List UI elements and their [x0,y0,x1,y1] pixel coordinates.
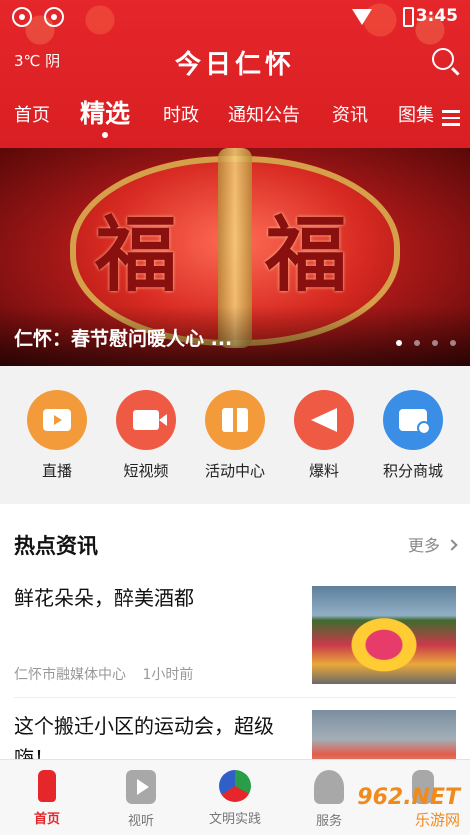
tab-gallery[interactable]: 图集 [398,96,434,140]
tab-featured[interactable]: 精选 [80,94,130,138]
home-bottle-icon [38,770,56,802]
news-time: 1小时前 [142,667,194,683]
news-item[interactable]: 鲜花朵朵，醉美酒都 仁怀市融媒体中心 1小时前 [14,582,456,692]
watermark-text: 962.NET [357,785,460,810]
tab-home[interactable]: 首页 [14,96,50,140]
gift-icon [205,390,265,450]
shortcut-short-video[interactable]: 短视频 [102,390,190,481]
bottom-tab-label: 首页 [33,812,60,827]
shortcut-label: 短视频 [123,462,169,480]
bottom-tab-media[interactable]: 视听 [94,770,188,829]
notification-icon [12,7,32,27]
lantern-character-left: 福 [95,207,178,303]
bottom-tab-label: 文明实践 [208,812,261,827]
tab-notices[interactable]: 通知公告 [228,96,300,140]
notification-icon [44,7,64,27]
shortcut-activity-center[interactable]: 活动中心 [191,390,279,481]
shop-icon [383,390,443,450]
shortcut-points-mall[interactable]: 积分商城 [369,390,457,481]
app-header: 3:45 3℃ 阴 今日仁怀 首页 精选 时政 通知公告 资讯 图集 [0,0,470,148]
tv-icon [27,390,87,450]
watermark-logo: 962.NET 乐游网 [338,785,466,829]
section-title: 热点资讯 [14,534,98,558]
more-link[interactable]: 更多 [407,532,458,556]
divider [14,697,456,698]
battery-icon [403,7,414,27]
news-thumbnail [312,586,456,684]
shortcut-label: 直播 [41,462,72,480]
lantern-character-right: 福 [265,207,348,303]
bottom-tab-label: 视听 [127,814,154,829]
channel-tabs: 首页 精选 时政 通知公告 资讯 图集 [0,96,470,140]
shortcut-grid: 直播 短视频 活动中心 爆料 积分商城 [0,366,470,494]
banner-carousel[interactable]: 福 福 仁怀：春节慰问暖人心 ... [0,148,470,366]
status-bar: 3:45 [0,0,470,34]
more-label: 更多 [407,536,440,555]
shortcut-report[interactable]: 爆料 [280,390,368,481]
shortcut-label: 爆料 [308,462,339,480]
carousel-dot [396,340,402,346]
bottom-nav: 首页 视听 文明实践 服务 962.NET 乐游网 [0,759,470,835]
carousel-indicator [396,340,456,346]
menu-icon[interactable] [442,110,460,126]
news-headline: 鲜花朵朵，醉美酒都 [14,586,194,610]
news-source: 仁怀市融媒体中心 [14,667,126,683]
search-icon[interactable] [432,48,454,70]
app-title: 今日仁怀 [174,50,295,80]
play-icon [126,770,156,804]
megaphone-icon [294,390,354,450]
status-time: 3:45 [415,6,458,26]
watermark-subtext: 乐游网 [414,811,460,829]
bottom-tab-civilization[interactable]: 文明实践 [188,770,282,827]
civilization-logo-icon [219,770,251,802]
shortcut-label: 积分商城 [382,462,443,480]
shortcut-label: 活动中心 [204,462,265,480]
chevron-right-icon [446,539,458,551]
bottom-tab-home[interactable]: 首页 [0,770,94,827]
shortcut-live[interactable]: 直播 [13,390,101,481]
hot-news-section: 热点资讯 更多 鲜花朵朵，醉美酒都 仁怀市融媒体中心 1小时前 这个搬迁小区的运… [0,504,470,770]
banner-title[interactable]: 仁怀：春节慰问暖人心 ... [14,324,232,351]
tab-news[interactable]: 资讯 [332,96,368,140]
carousel-dot [450,340,456,346]
video-camera-icon [116,390,176,450]
carousel-dot [414,340,420,346]
news-meta: 仁怀市融媒体中心 1小时前 [14,664,193,684]
carousel-dot [432,340,438,346]
tab-politics[interactable]: 时政 [163,96,199,140]
wifi-icon [352,9,372,25]
